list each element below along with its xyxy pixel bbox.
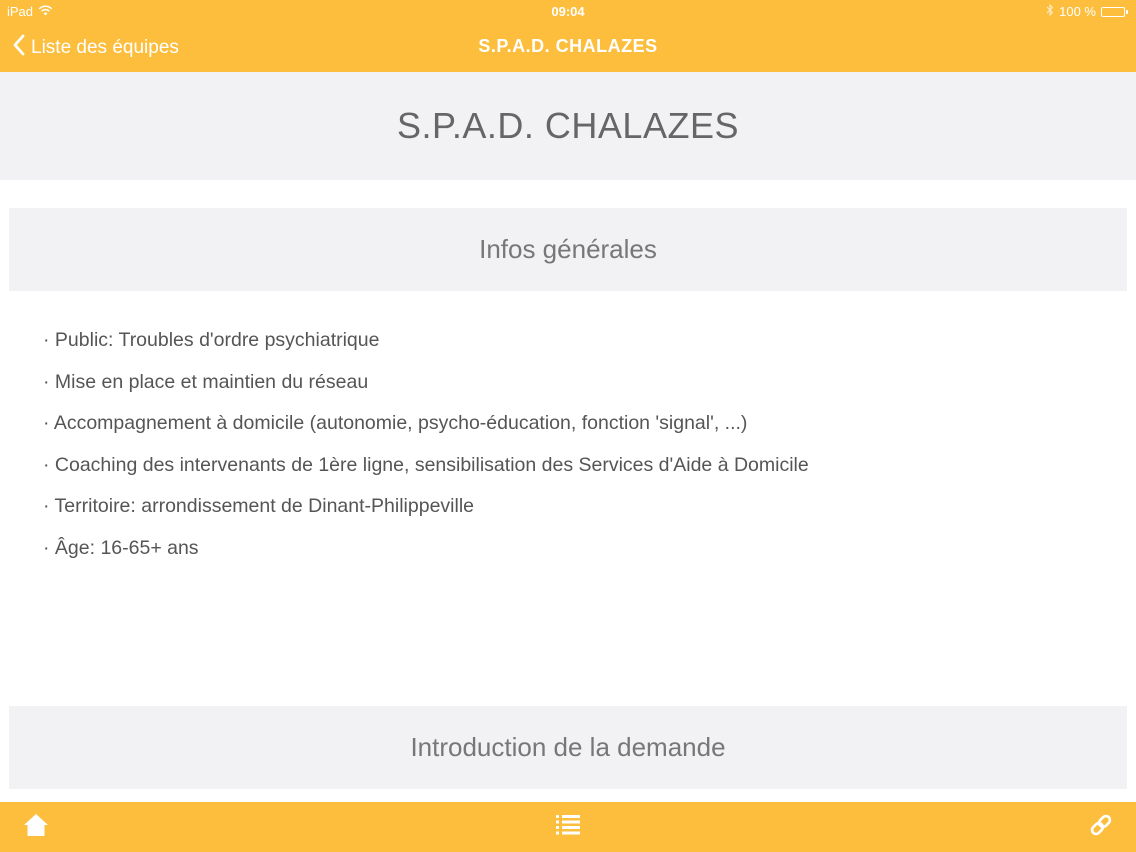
top-bar: iPad 09:04 100 % Liste des équipes S.P.A… <box>0 0 1136 72</box>
list-item: · Accompagnement à domicile (autonomie, … <box>43 412 748 435</box>
app-screen: iPad 09:04 100 % Liste des équipes S.P.A… <box>0 0 1136 852</box>
page-title: S.P.A.D. CHALAZES <box>397 105 739 146</box>
section-title-general: Infos générales <box>479 234 657 264</box>
link-icon <box>1088 812 1114 843</box>
section-header-general[interactable]: Infos générales <box>9 208 1127 291</box>
general-info-list: · Public: Troubles d'ordre psychiatrique… <box>43 322 809 572</box>
list-item: · Public: Troubles d'ordre psychiatrique <box>43 329 380 351</box>
list-button[interactable] <box>553 812 583 842</box>
status-right: 100 % <box>1046 3 1128 19</box>
status-time: 09:04 <box>551 4 585 19</box>
bluetooth-icon <box>1046 3 1054 19</box>
section-header-request[interactable]: Introduction de la demande <box>9 706 1127 789</box>
list-item: · Coaching des intervenants de 1ère lign… <box>43 453 809 476</box>
page-header: S.P.A.D. CHALAZES <box>0 72 1136 180</box>
home-icon <box>23 812 49 843</box>
battery-percent: 100 % <box>1059 4 1096 19</box>
link-button[interactable] <box>1086 812 1116 842</box>
list-icon <box>555 813 581 842</box>
section-title-request: Introduction de la demande <box>410 732 726 762</box>
battery-icon <box>1101 6 1128 17</box>
list-item: · Mise en place et maintien du réseau <box>43 370 369 393</box>
list-item: · Âge: 16-65+ ans <box>43 536 199 559</box>
bottom-toolbar <box>0 802 1136 852</box>
status-bar: iPad 09:04 100 % <box>0 0 1136 22</box>
nav-title: S.P.A.D. CHALAZES <box>478 36 658 56</box>
list-item: · Territoire: arrondissement de Dinant-P… <box>43 495 474 518</box>
home-button[interactable] <box>21 812 51 842</box>
